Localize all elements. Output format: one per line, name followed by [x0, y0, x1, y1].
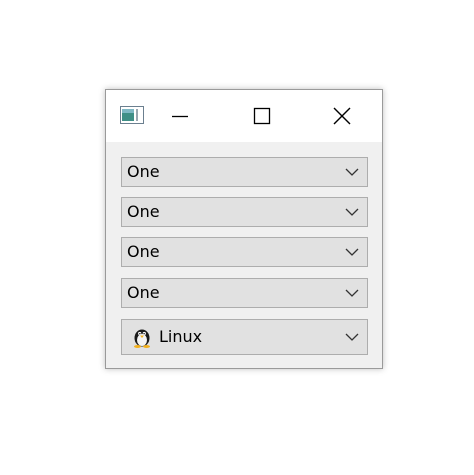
close-icon: [333, 107, 351, 125]
combo-box-2[interactable]: One: [121, 197, 368, 227]
maximize-icon: [253, 107, 271, 125]
combo-box-1[interactable]: One: [121, 157, 368, 187]
combo-value: One: [127, 242, 160, 261]
chevron-down-icon: [345, 333, 359, 341]
combo-value: Linux: [159, 327, 203, 346]
title-bar[interactable]: [106, 90, 382, 142]
combo-value: One: [127, 202, 160, 221]
chevron-down-icon: [345, 289, 359, 297]
app-window-icon: [120, 106, 144, 124]
combo-box-4[interactable]: One: [121, 278, 368, 308]
minimize-button[interactable]: [150, 90, 210, 142]
maximize-button[interactable]: [232, 90, 292, 142]
tux-penguin-icon: [134, 329, 150, 348]
combo-box-3[interactable]: One: [121, 237, 368, 267]
chevron-down-icon: [345, 248, 359, 256]
application-window: One One One One Linux: [105, 89, 383, 369]
combo-value: One: [127, 162, 160, 181]
close-button[interactable]: [312, 90, 372, 142]
chevron-down-icon: [345, 208, 359, 216]
combo-box-5[interactable]: Linux: [121, 319, 368, 355]
combo-value: One: [127, 283, 160, 302]
minimize-icon: [172, 115, 188, 118]
chevron-down-icon: [345, 168, 359, 176]
